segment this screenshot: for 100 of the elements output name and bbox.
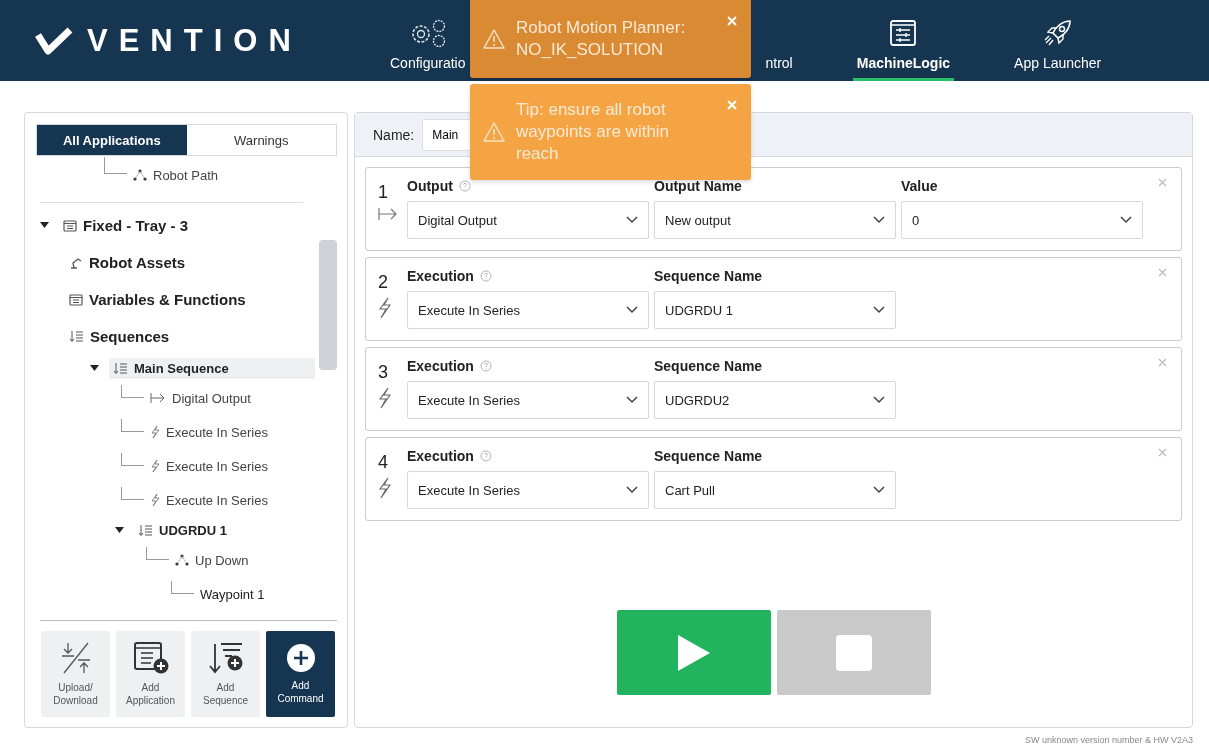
dropdown[interactable]: 0 [901,201,1143,239]
add-sequence-icon [207,641,244,675]
tree-item[interactable]: Waypoint 1 [196,583,269,605]
tree-item[interactable]: Execute In Series [146,489,272,511]
chevron-down-icon [626,396,638,404]
logo-text: VENTION [87,22,302,59]
upload-download-icon [59,641,92,675]
tree-item[interactable]: Execute In Series [146,421,272,443]
nav-tab[interactable]: MachineLogic [852,0,955,81]
help-icon[interactable] [479,360,492,372]
action-button[interactable]: Add Sequence [191,631,260,717]
chevron-down-icon [873,306,885,314]
caret-icon[interactable] [90,364,99,372]
tree-item[interactable]: Robot Assets [65,251,190,274]
field-label: Output Name [654,178,742,194]
warning-icon [482,28,506,50]
lightning-icon [150,459,160,473]
delete-icon[interactable] [1158,268,1167,277]
chevron-down-icon [626,306,638,314]
logo-check-icon [35,26,73,55]
field-label: Execution [407,358,474,374]
sidebar-tab[interactable]: All Applications [37,125,187,155]
stop-icon [834,633,873,672]
close-icon[interactable] [727,16,737,26]
nav-tab[interactable]: App Launcher [1010,0,1106,81]
caret-icon[interactable] [40,222,49,229]
dropdown[interactable]: UDGRDU2 [654,381,896,419]
chevron-down-icon [626,486,638,494]
play-icon [675,632,712,673]
lightning-icon [378,297,392,319]
play-button[interactable] [616,610,771,695]
lightning-icon [150,493,160,507]
command-number: 4 [378,452,388,473]
nav-tab[interactable]: ntrol [761,0,797,81]
command-number: 2 [378,272,388,293]
chevron-down-icon [873,216,885,224]
tree-item[interactable]: UDGRDU 1 [134,519,231,541]
scrollbar[interactable] [319,240,337,370]
window-icon [63,219,77,232]
tree-connector [146,546,169,560]
name-label: Name: [373,126,415,143]
tree-connector [104,156,127,174]
help-icon[interactable] [479,270,492,282]
tree-item[interactable]: Execute In Series [146,455,272,477]
plus-circle-icon [285,643,316,673]
delete-icon[interactable] [1158,448,1167,457]
tree-item[interactable]: Robot Path [129,164,223,186]
tree-item[interactable]: Digital Output [146,387,255,409]
field-label: Sequence Name [654,448,763,464]
field-label: Sequence Name [654,358,763,374]
sequence-icon [69,330,84,343]
tree-connector [171,580,194,594]
action-button[interactable]: Add Command [266,631,335,717]
path-icon [175,554,189,566]
dropdown[interactable]: Digital Output [407,201,649,239]
help-icon[interactable] [479,450,492,462]
chevron-down-icon [1120,216,1132,224]
command-number: 1 [378,182,388,203]
tree-connector [121,418,144,432]
field-label: Output [407,178,453,194]
dropdown[interactable]: UDGRDU 1 [654,291,896,329]
chevron-down-icon [873,396,885,404]
delete-icon[interactable] [1158,178,1167,187]
tree-item[interactable]: Up Down [171,549,253,571]
tree-connector [121,384,144,398]
toast-message: Tip: ensure all robot waypoints are within reach [516,99,671,165]
sequence-icon [138,523,153,537]
caret-icon[interactable] [115,526,124,534]
close-icon[interactable] [727,100,737,110]
tree-item[interactable]: Variables & Functions [65,288,250,311]
delete-icon[interactable] [1158,358,1167,367]
chevron-down-icon [626,216,638,224]
action-button[interactable]: Upload/ Download [41,631,110,717]
dropdown[interactable]: Execute In Series [407,471,649,509]
version-text: SW unknown version number & HW V2A3 [1024,735,1193,745]
tree-item[interactable]: Sequences [65,325,174,348]
field-label: Sequence Name [654,268,763,284]
dropdown[interactable]: Cart Pull [654,471,896,509]
action-button[interactable]: Add Application [116,631,185,717]
lightning-icon [378,477,392,499]
add-window-icon [132,641,169,675]
chevron-down-icon [873,486,885,494]
field-label: Value [901,178,938,194]
output-arrow-icon [150,392,166,404]
nav-tab[interactable]: Configuratio [386,0,470,81]
robot-arm-icon [69,256,83,269]
dropdown[interactable]: New output [654,201,896,239]
dropdown[interactable]: Execute In Series [407,381,649,419]
help-icon[interactable] [458,180,471,192]
command-number: 3 [378,362,388,383]
lightning-icon [150,425,160,439]
window-icon [69,293,83,306]
toast-message: Robot Motion Planner: NO_IK_SOLUTION [516,17,687,61]
tree-connector [121,486,144,500]
dropdown[interactable]: Execute In Series [407,291,649,329]
tree-item[interactable]: Fixed - Tray - 3 [59,214,193,237]
sequence-icon [113,361,128,375]
rocket-icon [1042,18,1073,48]
tree-item[interactable]: Main Sequence [109,357,315,379]
field-label: Execution [407,268,474,284]
